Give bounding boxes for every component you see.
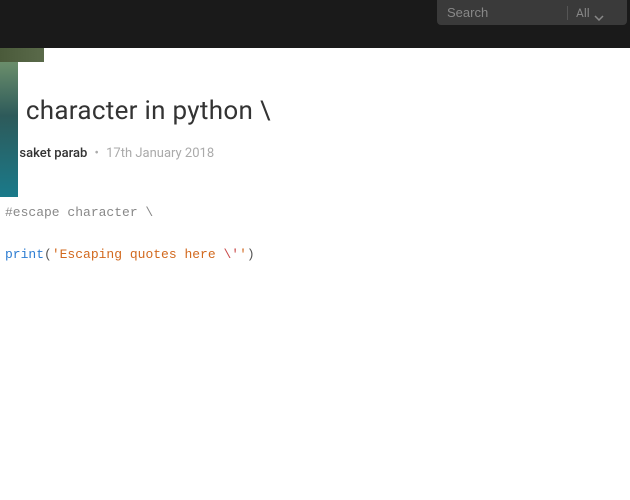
- code-block: #escape character \ print('Escaping quot…: [5, 203, 630, 265]
- code-paren-close: ): [247, 247, 255, 262]
- byline: y saket parab • 17th January 2018: [5, 146, 630, 161]
- code-string-end: ': [239, 247, 247, 262]
- chevron-down-icon: [594, 10, 604, 16]
- code-escape-seq: \': [223, 247, 239, 262]
- code-comment: #escape character \: [5, 205, 153, 220]
- page-title: e character in python \: [5, 96, 630, 126]
- search-filter-label: All: [576, 6, 590, 20]
- code-string-main: 'Escaping quotes here: [52, 247, 224, 262]
- main-content: e character in python \ y saket parab • …: [0, 96, 630, 265]
- top-bar: All: [0, 0, 630, 48]
- post-date: 17th January 2018: [106, 146, 214, 161]
- avatar: [0, 62, 18, 197]
- code-paren-open: (: [44, 247, 52, 262]
- avatar-strip: [0, 48, 44, 62]
- search-filter-dropdown[interactable]: All: [568, 6, 612, 20]
- author-name[interactable]: saket parab: [19, 146, 87, 161]
- search-input[interactable]: [437, 5, 567, 20]
- search-container: All: [437, 0, 627, 25]
- code-keyword-print: print: [5, 247, 44, 262]
- byline-separator: •: [95, 146, 99, 161]
